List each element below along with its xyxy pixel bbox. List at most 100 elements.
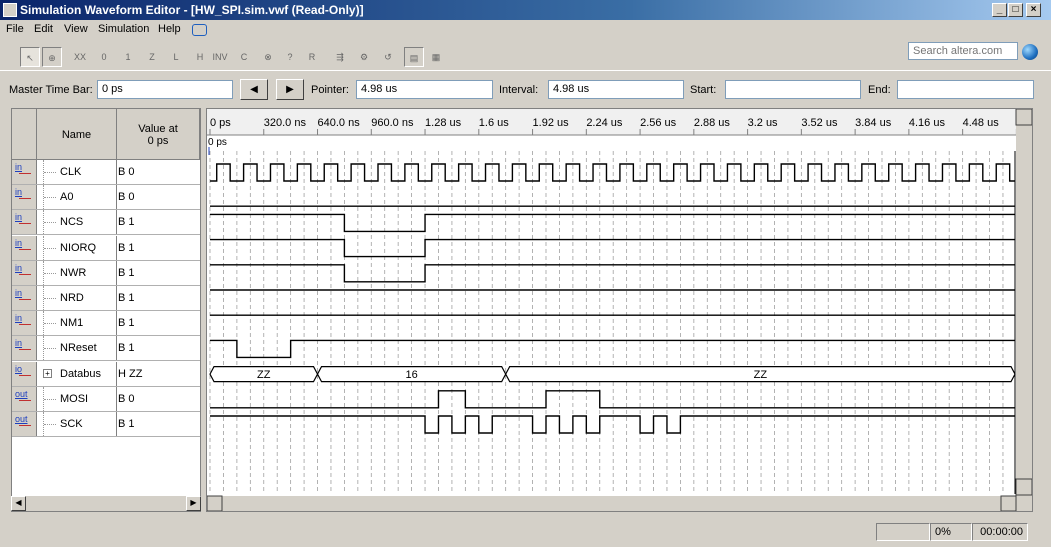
name-column-header[interactable]: Name [37,109,117,160]
time-tick-label: 4.48 us [963,117,1000,129]
random-value-icon[interactable]: ? [280,47,300,67]
tree-branch [44,272,56,275]
signal-row[interactable]: io + Databus H ZZ [12,361,200,387]
window-title: Simulation Waveform Editor - [HW_SPI.sim… [20,3,364,17]
force-low-icon[interactable]: 0 [94,47,114,67]
column-divider [116,286,117,310]
time-tick-label: 0 ps [210,117,231,129]
selection-tool-icon[interactable]: ↖ [20,47,40,67]
waveform-canvas[interactable]: 0 ps 320.0 ns 640.0 ns 960.0 ns 1.28 us 1.6 u… [206,108,1047,512]
signal-row[interactable]: in NRD B 1 [12,286,200,311]
signal-value: B 0 [118,166,135,178]
force-high-icon[interactable]: 1 [118,47,138,67]
horizontal-scrollbar[interactable] [207,496,1016,511]
column-divider [116,386,117,411]
signal-name: A0 [60,191,74,204]
signal-row[interactable]: in NReset B 1 [12,336,200,362]
pin-out-icon: out [12,386,37,411]
menu-edit[interactable]: Edit [34,23,53,35]
value-column-header[interactable]: Value at 0 ps [117,109,200,160]
menu-simulation[interactable]: Simulation [98,23,149,35]
menu-help[interactable]: Help [158,23,181,35]
pin-type-header [12,109,37,160]
scroll-right-arrow-icon[interactable]: ▶ [186,496,201,511]
signal-row[interactable]: in NIORQ B 1 [12,235,200,261]
signal-row[interactable]: in NWR B 1 [12,260,200,286]
interval-field[interactable]: 4.98 us [548,80,684,99]
wave-scroll-right-arrow-icon[interactable] [1000,495,1017,512]
interval-label: Interval: [499,84,539,96]
waveform-panel[interactable]: 0 ps 320.0 ns 640.0 ns 960.0 ns 1.28 us 1.6 u… [206,108,1047,512]
app-icon [3,3,17,17]
column-divider [116,260,117,285]
signal-row[interactable]: out MOSI B 0 [12,386,200,412]
databus-value-label: ZZ [257,369,271,381]
tree-branch [44,247,56,250]
count-value-icon[interactable]: C [234,47,254,67]
signal-row[interactable]: out SCK B 1 [12,412,200,437]
pin-in-icon: in [12,311,37,336]
status-bar: 0% 00:00:00 [0,520,1051,547]
overwrite-clock-icon[interactable]: ⊗ [258,47,278,67]
time-tick-label: 960.0 ns [371,117,414,129]
time-bar: Master Time Bar: 0 ps ◀ ▶ Pointer: 4.98 … [0,78,1051,102]
arbitrary-value-icon[interactable]: R [302,47,322,67]
menu-view[interactable]: View [64,23,88,35]
left-horizontal-scrollbar[interactable]: ◀ ▶ [11,496,201,511]
scroll-up-arrow-icon[interactable] [1015,108,1033,126]
weak-high-icon[interactable]: H [190,47,210,67]
signal-value: B 1 [118,292,135,304]
databus-value-label: 16 [405,369,417,381]
signal-row[interactable]: in NCS B 1 [12,210,200,236]
help-bubble-icon[interactable] [192,24,207,36]
value-header-line1: Value at [138,123,178,135]
name-header-label: Name [61,129,92,141]
pin-io-icon: io [12,361,37,386]
signal-name: SCK [60,418,83,430]
timing-sim-icon[interactable]: ▦ [426,47,446,67]
zoom-tool-icon[interactable]: ⊕ [42,47,62,67]
high-impedance-icon[interactable]: Z [142,47,162,67]
expand-icon[interactable]: + [43,368,52,378]
start-field[interactable] [725,80,861,99]
group-icon[interactable]: ⚙ [354,47,374,67]
column-divider [116,185,117,210]
pin-in-icon: in [12,160,37,184]
time-tick-label: 1.6 us [479,117,509,129]
master-time-field[interactable]: 0 ps [97,80,233,99]
signal-value: H ZZ [118,367,143,380]
end-field[interactable] [897,80,1034,99]
vertical-scrollbar[interactable] [1016,109,1032,511]
signal-name: NCS [60,216,84,229]
snap-icon[interactable]: ⇶ [330,47,350,67]
maximize-button[interactable]: □ [1008,3,1023,17]
scroll-down-arrow-icon[interactable] [1015,478,1033,496]
pointer-field[interactable]: 4.98 us [356,80,493,99]
tree-branch [44,298,56,300]
signal-row[interactable]: in CLK B 0 [12,160,200,185]
uninitialized-icon[interactable]: XX [70,47,90,67]
close-button[interactable]: × [1026,3,1041,17]
functional-sim-icon[interactable]: ▤ [404,47,424,67]
signal-name: Databus [60,367,101,380]
time-tick-label: 3.2 us [748,117,778,129]
signal-value: B 1 [118,317,135,330]
column-divider [116,336,117,361]
menu-file[interactable]: File [6,23,24,35]
minimize-button[interactable]: _ [992,3,1007,17]
invert-icon[interactable]: INV [210,47,230,67]
wave-scroll-left-arrow-icon[interactable] [206,495,223,512]
signal-list-panel: Name Value at 0 ps in CLK B 0 in A0 B 0 in NCS B… [11,108,201,512]
menu-bar: File Edit View Simulation Help [0,20,1051,60]
signal-name: NWR [60,266,87,279]
previous-transition-button[interactable]: ◀ [240,79,268,100]
signal-row[interactable]: in A0 B 0 [12,185,200,211]
next-transition-button[interactable]: ▶ [276,79,304,100]
signal-row[interactable]: in NM1 B 1 [12,311,200,337]
time-tick-label: 4.16 us [909,117,946,129]
weak-low-icon[interactable]: L [166,47,186,67]
signal-value: B 1 [118,216,135,229]
tree-branch [44,222,56,224]
scroll-left-arrow-icon[interactable]: ◀ [11,496,26,511]
reverse-icon[interactable]: ↺ [378,47,398,67]
